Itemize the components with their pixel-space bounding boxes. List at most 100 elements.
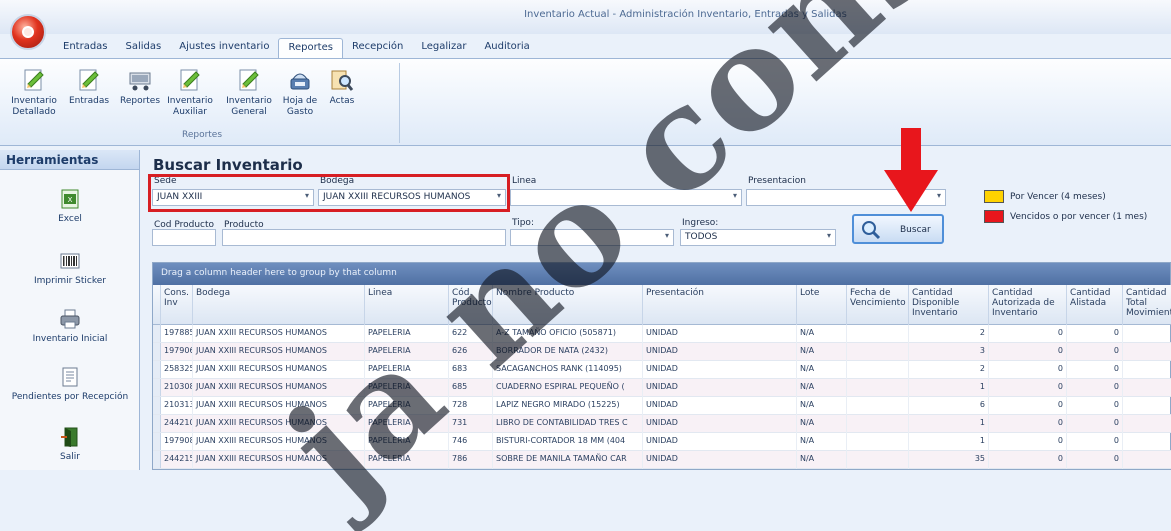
cell-linea[interactable]: PAPELERIA	[365, 343, 449, 361]
table-row[interactable]: 210308 JUAN XXIII RECURSOS HUMANOS PAPELER…	[153, 379, 1171, 397]
column-header-cantidad-disponible[interactable]: Cantidad Disponible Inventario	[909, 285, 989, 325]
cell-cantidad-alistada[interactable]: 0	[1067, 343, 1123, 361]
cell-cons-inv[interactable]: 258325	[161, 361, 193, 379]
cell-cantidad-alistada[interactable]: 0	[1067, 325, 1123, 343]
cell-nombre-producto[interactable]: A-Z TAMAÑO OFICIO (505871)	[493, 325, 643, 343]
cell-presentacion[interactable]: UNIDAD	[643, 415, 797, 433]
column-header-cantidad-autorizada[interactable]: Cantidad Autorizada de Inventario	[989, 285, 1067, 325]
chevron-down-icon[interactable]: ▾	[827, 231, 831, 240]
table-row[interactable]: 244215 JUAN XXIII RECURSOS HUMANOS PAPELER…	[153, 451, 1171, 469]
table-row[interactable]: 197885 JUAN XXIII RECURSOS HUMANOS PAPELER…	[153, 325, 1171, 343]
cell-cantidad-autorizada[interactable]: 0	[989, 343, 1067, 361]
column-header-cantidad-total-movimiento[interactable]: Cantidad Total Movimiento	[1123, 285, 1171, 325]
cell-cantidad-total-movimiento[interactable]	[1123, 397, 1171, 415]
inventario-detallado-button[interactable]: Inventario Detallado	[8, 67, 60, 118]
cell-bodega[interactable]: JUAN XXIII RECURSOS HUMANOS	[193, 433, 365, 451]
cell-cod-producto[interactable]: 626	[449, 343, 493, 361]
sidebar-item-excel[interactable]: X Excel	[0, 188, 140, 224]
cell-lote[interactable]: N/A	[797, 397, 847, 415]
cell-presentacion[interactable]: UNIDAD	[643, 451, 797, 469]
cell-linea[interactable]: PAPELERIA	[365, 325, 449, 343]
column-header-bodega[interactable]: Bodega	[193, 285, 365, 325]
cell-bodega[interactable]: JUAN XXIII RECURSOS HUMANOS	[193, 451, 365, 469]
cell-lote[interactable]: N/A	[797, 343, 847, 361]
cell-lote[interactable]: N/A	[797, 361, 847, 379]
table-row[interactable]: 244210 JUAN XXIII RECURSOS HUMANOS PAPELER…	[153, 415, 1171, 433]
row-indicator[interactable]	[153, 451, 161, 468]
cell-cantidad-disponible[interactable]: 1	[909, 415, 989, 433]
cell-cons-inv[interactable]: 210313	[161, 397, 193, 415]
linea-select[interactable]: ▾	[510, 189, 742, 206]
cell-fecha-vencimiento[interactable]	[847, 379, 909, 397]
cell-cantidad-autorizada[interactable]: 0	[989, 451, 1067, 469]
cod-producto-input[interactable]	[152, 229, 216, 246]
cell-lote[interactable]: N/A	[797, 451, 847, 469]
cell-linea[interactable]: PAPELERIA	[365, 415, 449, 433]
cell-cantidad-total-movimiento[interactable]	[1123, 361, 1171, 379]
table-row[interactable]: 197906 JUAN XXIII RECURSOS HUMANOS PAPELER…	[153, 343, 1171, 361]
app-menu-orb-icon[interactable]	[10, 14, 46, 50]
cell-cantidad-autorizada[interactable]: 0	[989, 361, 1067, 379]
table-row[interactable]: 210313 JUAN XXIII RECURSOS HUMANOS PAPELER…	[153, 397, 1171, 415]
cell-cantidad-total-movimiento[interactable]	[1123, 451, 1171, 469]
cell-nombre-producto[interactable]: CUADERNO ESPIRAL PEQUEÑO (	[493, 379, 643, 397]
column-header-cons-inv[interactable]: Cons. Inv	[161, 285, 193, 325]
chevron-down-icon[interactable]: ▾	[733, 191, 737, 200]
column-header-nombre-producto[interactable]: Nombre Producto	[493, 285, 643, 325]
hoja-de-gasto-button[interactable]: Hoja de Gasto	[280, 67, 320, 118]
sidebar-item-inventario-inicial[interactable]: Inventario Inicial	[0, 308, 140, 344]
inventario-general-button[interactable]: Inventario General	[222, 67, 276, 118]
cell-nombre-producto[interactable]: SOBRE DE MANILA TAMAÑO CAR	[493, 451, 643, 469]
cell-cantidad-alistada[interactable]: 0	[1067, 415, 1123, 433]
cell-presentacion[interactable]: UNIDAD	[643, 361, 797, 379]
sidebar-item-imprimir-sticker[interactable]: Imprimir Sticker	[0, 250, 140, 286]
buscar-button[interactable]: Buscar	[852, 214, 944, 244]
column-header-presentacion[interactable]: Presentación	[643, 285, 797, 325]
tab-ajustes-inventario[interactable]: Ajustes inventario	[170, 38, 278, 58]
cell-cantidad-disponible[interactable]: 1	[909, 433, 989, 451]
cell-lote[interactable]: N/A	[797, 433, 847, 451]
cell-cod-producto[interactable]: 622	[449, 325, 493, 343]
cell-fecha-vencimiento[interactable]	[847, 343, 909, 361]
row-indicator[interactable]	[153, 397, 161, 414]
tab-reportes[interactable]: Reportes	[278, 38, 343, 58]
cell-bodega[interactable]: JUAN XXIII RECURSOS HUMANOS	[193, 397, 365, 415]
cell-cantidad-total-movimiento[interactable]	[1123, 379, 1171, 397]
cell-nombre-producto[interactable]: LIBRO DE CONTABILIDAD TRES C	[493, 415, 643, 433]
cell-cons-inv[interactable]: 197908	[161, 433, 193, 451]
column-header-cod-producto[interactable]: Cód. Producto	[449, 285, 493, 325]
table-row[interactable]: 258325 JUAN XXIII RECURSOS HUMANOS PAPELER…	[153, 361, 1171, 379]
cell-cod-producto[interactable]: 728	[449, 397, 493, 415]
cell-cantidad-autorizada[interactable]: 0	[989, 379, 1067, 397]
tipo-select[interactable]: ▾	[510, 229, 674, 246]
cell-cantidad-disponible[interactable]: 1	[909, 379, 989, 397]
cell-linea[interactable]: PAPELERIA	[365, 361, 449, 379]
cell-cons-inv[interactable]: 210308	[161, 379, 193, 397]
cell-cantidad-alistada[interactable]: 0	[1067, 379, 1123, 397]
cell-cantidad-total-movimiento[interactable]	[1123, 343, 1171, 361]
cell-cantidad-autorizada[interactable]: 0	[989, 415, 1067, 433]
cell-cod-producto[interactable]: 786	[449, 451, 493, 469]
row-indicator[interactable]	[153, 361, 161, 378]
tab-recepcion[interactable]: Recepción	[343, 38, 412, 58]
column-header-fecha-vencimiento[interactable]: Fecha de Vencimiento	[847, 285, 909, 325]
cell-cantidad-alistada[interactable]: 0	[1067, 361, 1123, 379]
cell-fecha-vencimiento[interactable]	[847, 397, 909, 415]
table-row[interactable]: 197908 JUAN XXIII RECURSOS HUMANOS PAPELER…	[153, 433, 1171, 451]
cell-cons-inv[interactable]: 197906	[161, 343, 193, 361]
cell-presentacion[interactable]: UNIDAD	[643, 397, 797, 415]
cell-nombre-producto[interactable]: SACAGANCHOS RANK (114095)	[493, 361, 643, 379]
cell-cantidad-disponible[interactable]: 35	[909, 451, 989, 469]
cell-cantidad-alistada[interactable]: 0	[1067, 451, 1123, 469]
reportes-button[interactable]: Reportes	[118, 67, 162, 107]
tab-auditoria[interactable]: Auditoria	[475, 38, 538, 58]
sidebar-item-pendientes-por-recepcion[interactable]: Pendientes por Recepción	[0, 366, 140, 402]
actas-button[interactable]: Actas	[324, 67, 360, 107]
column-header-lote[interactable]: Lote	[797, 285, 847, 325]
cell-fecha-vencimiento[interactable]	[847, 361, 909, 379]
inventario-auxiliar-button[interactable]: Inventario Auxiliar	[164, 67, 216, 118]
cell-bodega[interactable]: JUAN XXIII RECURSOS HUMANOS	[193, 325, 365, 343]
cell-cons-inv[interactable]: 197885	[161, 325, 193, 343]
cell-cantidad-alistada[interactable]: 0	[1067, 397, 1123, 415]
row-indicator[interactable]	[153, 325, 161, 342]
